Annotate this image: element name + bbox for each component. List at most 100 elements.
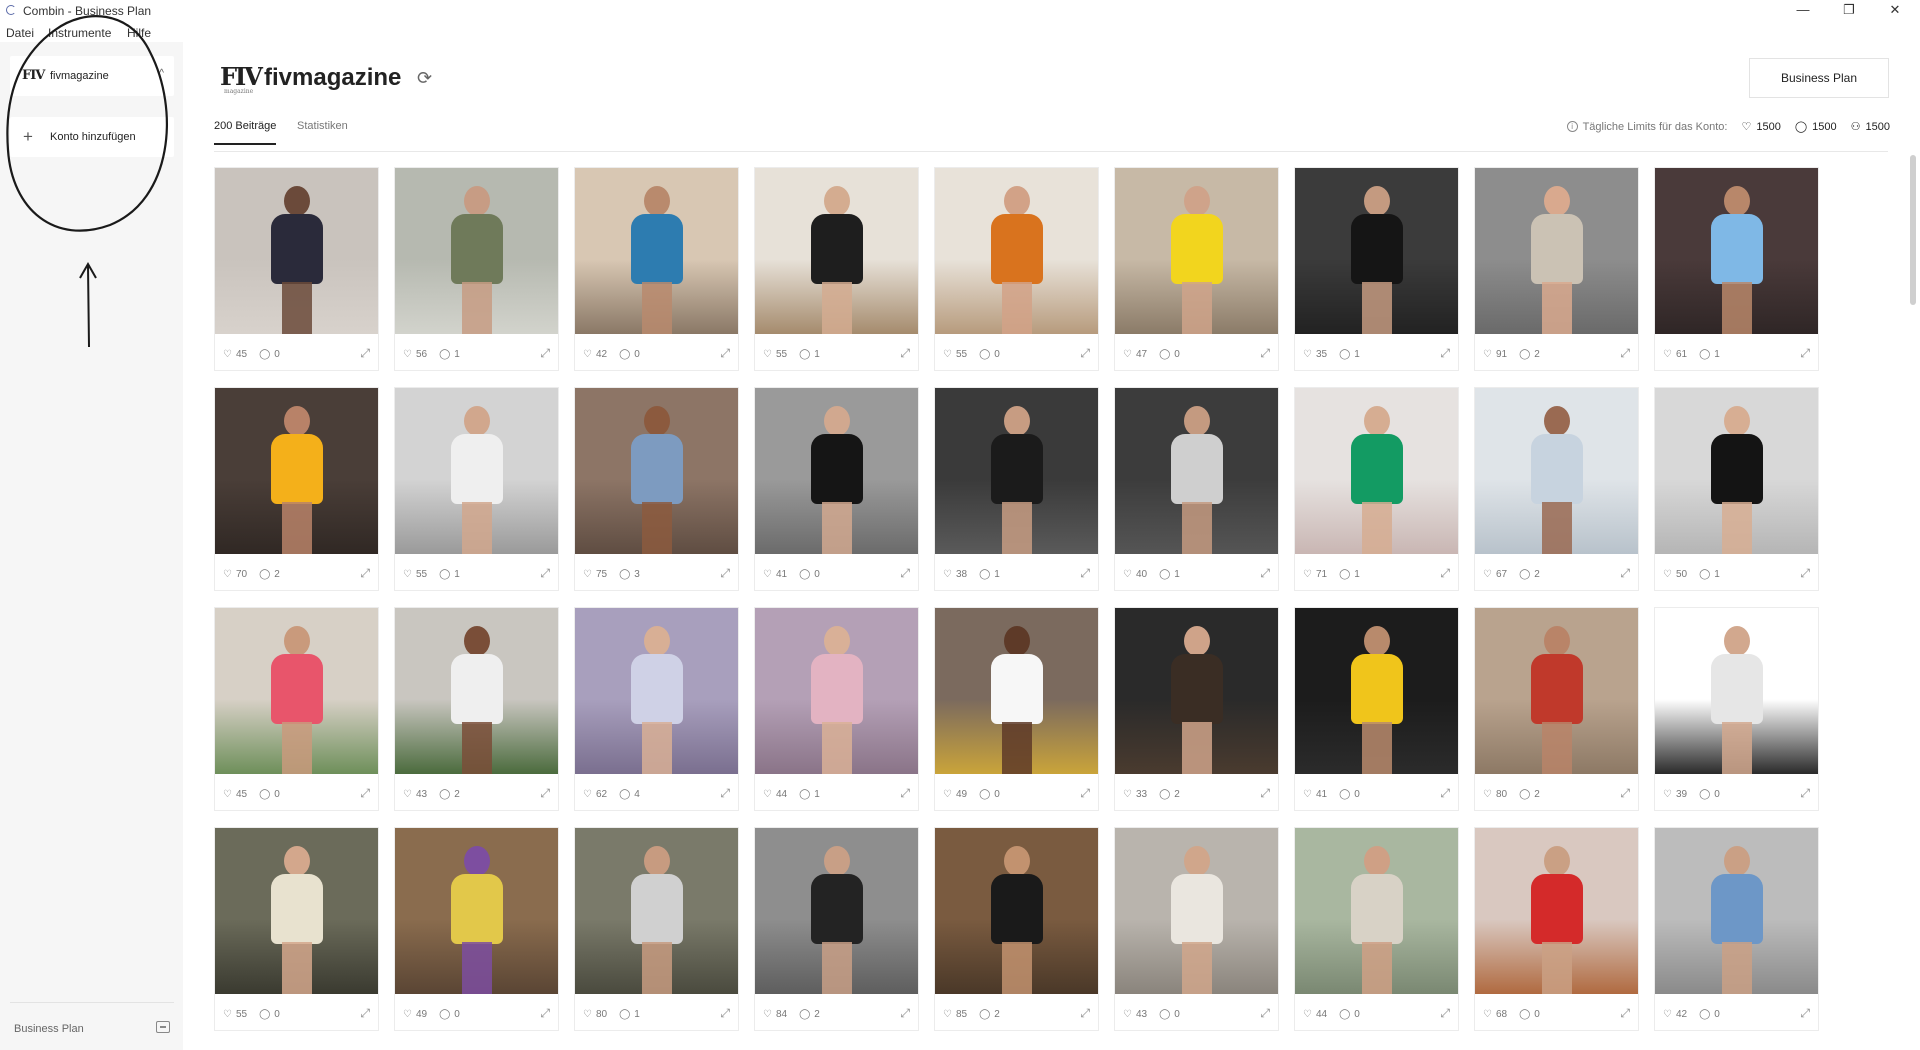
post-card[interactable]: ♡ 49 ◯ 0 ⤢ [394,827,559,1031]
post-card[interactable]: ♡ 80 ◯ 1 ⤢ [574,827,739,1031]
post-image[interactable] [215,168,378,334]
post-card[interactable]: ♡ 71 ◯ 1 ⤢ [1294,387,1459,591]
expand-icon[interactable]: ⤢ [900,566,910,581]
post-card[interactable]: ♡ 47 ◯ 0 ⤢ [1114,167,1279,371]
post-card[interactable]: ♡ 80 ◯ 2 ⤢ [1474,607,1639,811]
expand-icon[interactable]: ⤢ [540,346,550,361]
expand-icon[interactable]: ⤢ [1260,1006,1270,1021]
post-card[interactable]: ♡ 39 ◯ 0 ⤢ [1654,607,1819,811]
post-image[interactable] [755,828,918,994]
expand-icon[interactable]: ⤢ [1080,786,1090,801]
tab-posts[interactable]: 200 Beiträge [214,120,277,145]
account-switcher[interactable]: FIV fivmagazine ^ [10,56,174,96]
refresh-icon[interactable]: ⟳ [417,68,432,89]
post-image[interactable] [215,388,378,554]
post-image[interactable] [215,828,378,994]
post-image[interactable] [1655,388,1818,554]
feedback-icon[interactable] [156,1021,170,1033]
post-card[interactable]: ♡ 55 ◯ 0 ⤢ [934,167,1099,371]
post-card[interactable]: ♡ 61 ◯ 1 ⤢ [1654,167,1819,371]
expand-icon[interactable]: ⤢ [1800,1006,1810,1021]
post-card[interactable]: ♡ 33 ◯ 2 ⤢ [1114,607,1279,811]
post-card[interactable]: ♡ 62 ◯ 4 ⤢ [574,607,739,811]
post-card[interactable]: ♡ 55 ◯ 1 ⤢ [754,167,919,371]
expand-icon[interactable]: ⤢ [360,1006,370,1021]
post-card[interactable]: ♡ 45 ◯ 0 ⤢ [214,607,379,811]
post-image[interactable] [935,608,1098,774]
close-button[interactable]: ✕ [1872,0,1918,22]
post-card[interactable]: ♡ 35 ◯ 1 ⤢ [1294,167,1459,371]
post-image[interactable] [395,828,558,994]
post-image[interactable] [575,608,738,774]
post-card[interactable]: ♡ 44 ◯ 0 ⤢ [1294,827,1459,1031]
post-image[interactable] [755,608,918,774]
post-image[interactable] [1655,828,1818,994]
post-image[interactable] [935,828,1098,994]
minimize-button[interactable]: — [1780,0,1826,22]
expand-icon[interactable]: ⤢ [1440,786,1450,801]
post-image[interactable] [935,168,1098,334]
post-card[interactable]: ♡ 50 ◯ 1 ⤢ [1654,387,1819,591]
post-image[interactable] [215,608,378,774]
post-card[interactable]: ♡ 70 ◯ 2 ⤢ [214,387,379,591]
post-image[interactable] [1655,608,1818,774]
post-card[interactable]: ♡ 40 ◯ 1 ⤢ [1114,387,1279,591]
business-plan-button[interactable]: Business Plan [1749,58,1889,98]
post-image[interactable] [575,828,738,994]
post-image[interactable] [1295,828,1458,994]
post-card[interactable]: ♡ 91 ◯ 2 ⤢ [1474,167,1639,371]
post-card[interactable]: ♡ 45 ◯ 0 ⤢ [214,167,379,371]
post-image[interactable] [1115,388,1278,554]
menu-hilfe[interactable]: Hilfe [127,26,151,40]
add-account-button[interactable]: + Konto hinzufügen [10,117,174,157]
post-image[interactable] [1475,388,1638,554]
post-image[interactable] [1475,608,1638,774]
expand-icon[interactable]: ⤢ [1080,1006,1090,1021]
post-card[interactable]: ♡ 84 ◯ 2 ⤢ [754,827,919,1031]
post-image[interactable] [1295,168,1458,334]
expand-icon[interactable]: ⤢ [1260,566,1270,581]
expand-icon[interactable]: ⤢ [1440,346,1450,361]
post-card[interactable]: ♡ 41 ◯ 0 ⤢ [754,387,919,591]
expand-icon[interactable]: ⤢ [1440,1006,1450,1021]
expand-icon[interactable]: ⤢ [360,786,370,801]
expand-icon[interactable]: ⤢ [900,786,910,801]
post-image[interactable] [935,388,1098,554]
post-card[interactable]: ♡ 55 ◯ 0 ⤢ [214,827,379,1031]
expand-icon[interactable]: ⤢ [720,786,730,801]
post-card[interactable]: ♡ 43 ◯ 2 ⤢ [394,607,559,811]
post-image[interactable] [1295,388,1458,554]
post-card[interactable]: ♡ 68 ◯ 0 ⤢ [1474,827,1639,1031]
expand-icon[interactable]: ⤢ [1800,786,1810,801]
expand-icon[interactable]: ⤢ [1440,566,1450,581]
scrollbar[interactable] [1910,155,1916,305]
expand-icon[interactable]: ⤢ [720,566,730,581]
expand-icon[interactable]: ⤢ [540,1006,550,1021]
expand-icon[interactable]: ⤢ [1620,566,1630,581]
tab-statistics[interactable]: Statistiken [297,120,348,143]
post-image[interactable] [1115,608,1278,774]
post-image[interactable] [575,168,738,334]
maximize-button[interactable]: ❐ [1826,0,1872,22]
post-image[interactable] [395,608,558,774]
chevron-up-icon[interactable]: ^ [159,68,164,79]
post-image[interactable] [1115,168,1278,334]
expand-icon[interactable]: ⤢ [900,346,910,361]
post-image[interactable] [395,168,558,334]
post-image[interactable] [755,168,918,334]
post-image[interactable] [1475,828,1638,994]
post-card[interactable]: ♡ 55 ◯ 1 ⤢ [394,387,559,591]
menu-instrumente[interactable]: Instrumente [48,26,111,40]
expand-icon[interactable]: ⤢ [900,1006,910,1021]
post-image[interactable] [1475,168,1638,334]
expand-icon[interactable]: ⤢ [1080,566,1090,581]
expand-icon[interactable]: ⤢ [1260,346,1270,361]
expand-icon[interactable]: ⤢ [540,786,550,801]
expand-icon[interactable]: ⤢ [1800,566,1810,581]
expand-icon[interactable]: ⤢ [720,346,730,361]
post-image[interactable] [1115,828,1278,994]
expand-icon[interactable]: ⤢ [1620,786,1630,801]
expand-icon[interactable]: ⤢ [720,1006,730,1021]
post-card[interactable]: ♡ 75 ◯ 3 ⤢ [574,387,739,591]
expand-icon[interactable]: ⤢ [540,566,550,581]
